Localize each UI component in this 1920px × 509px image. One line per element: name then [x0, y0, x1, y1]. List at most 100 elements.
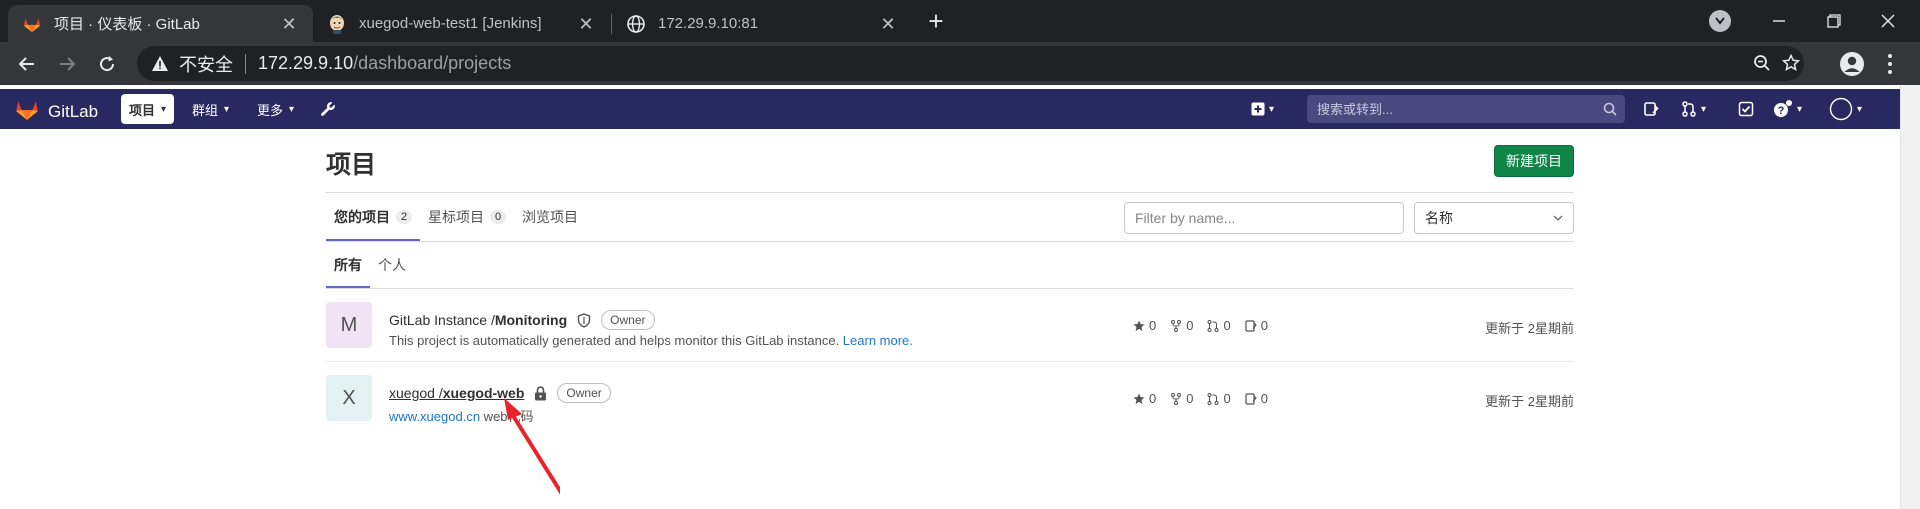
filter-by-name-input[interactable] — [1124, 202, 1404, 234]
annotation-arrow — [504, 398, 560, 495]
warning-icon[interactable] — [151, 55, 169, 73]
admin-area-button[interactable] — [320, 94, 336, 124]
merge-requests-button[interactable]: ▾ — [1681, 94, 1706, 124]
user-menu-button[interactable]: ▾ — [1829, 94, 1862, 124]
merge-requests-count[interactable]: 0 — [1207, 318, 1231, 333]
arrow-right-icon — [60, 57, 76, 71]
menu-more[interactable]: 更多 ▾ — [249, 94, 302, 124]
star-icon — [1782, 54, 1800, 72]
tab-label: 浏览项目 — [522, 209, 578, 225]
new-tab-button[interactable]: + — [922, 8, 950, 36]
gitlab-logo-icon — [14, 97, 40, 126]
back-button[interactable] — [12, 49, 42, 79]
menu-label: 群组 — [192, 102, 219, 118]
plus-square-icon — [1251, 102, 1265, 116]
website-link[interactable]: www.xuegod.cn — [389, 409, 480, 424]
issues-icon — [1644, 102, 1659, 116]
minimize-button[interactable] — [1764, 8, 1794, 34]
chevron-down-icon: ▾ — [224, 103, 230, 115]
bookmark-button[interactable] — [1776, 48, 1806, 78]
address-divider — [245, 53, 246, 74]
issues-count[interactable]: 0 — [1245, 318, 1268, 333]
stat-value: 0 — [1149, 318, 1157, 333]
stat-value: 0 — [1260, 391, 1268, 406]
chevron-down-icon: ▾ — [161, 103, 167, 115]
learn-more-link[interactable]: Learn more. — [843, 333, 913, 348]
menu-groups[interactable]: 群组 ▾ — [184, 94, 237, 124]
browser-tab-gitlab[interactable]: 项目 · 仪表板 · GitLab ✕ — [8, 5, 313, 42]
tab-personal[interactable]: 个人 — [370, 242, 414, 288]
search-icon — [1603, 102, 1617, 121]
stat-value: 0 — [1149, 391, 1157, 406]
forks-count[interactable]: 0 — [1170, 318, 1193, 333]
new-project-button[interactable]: 新建项目 — [1494, 145, 1574, 177]
stat-value: 0 — [1260, 318, 1268, 333]
reload-button[interactable] — [92, 49, 122, 79]
menu-projects[interactable]: 项目 ▾ — [121, 94, 175, 124]
security-label[interactable]: 不安全 — [179, 51, 233, 77]
stars-count[interactable]: 0 — [1133, 391, 1156, 406]
project-namespace[interactable]: GitLab Instance / — [389, 312, 495, 328]
stars-count[interactable]: 0 — [1133, 318, 1156, 333]
arrow-left-icon — [18, 57, 34, 71]
todos-button[interactable] — [1738, 94, 1754, 124]
project-name-link[interactable]: Monitoring — [495, 312, 567, 328]
browser-tab-strip: 项目 · 仪表板 · GitLab ✕ xuegod-web-test1 [Je… — [0, 0, 1920, 42]
page-title: 项目 — [326, 151, 377, 179]
restore-button[interactable] — [1819, 8, 1849, 34]
tab-all[interactable]: 所有 — [326, 242, 370, 288]
close-icon[interactable]: ✕ — [576, 14, 596, 34]
page-scrollbar[interactable] — [1900, 85, 1920, 509]
divider — [326, 241, 1574, 242]
project-avatar[interactable]: M — [326, 302, 372, 348]
global-search[interactable] — [1307, 95, 1625, 123]
browser-tab-jenkins[interactable]: xuegod-web-test1 [Jenkins] ✕ — [313, 5, 610, 42]
stat-value: 0 — [1186, 391, 1194, 406]
help-icon: ? — [1774, 100, 1792, 117]
search-input[interactable] — [1317, 101, 1597, 117]
merge-request-icon — [1207, 392, 1219, 405]
avatar-icon — [1829, 97, 1853, 121]
project-namespace[interactable]: xuegod / — [389, 385, 443, 401]
profile-button[interactable] — [1837, 49, 1867, 79]
window-close-button[interactable] — [1873, 8, 1903, 34]
gitlab-logo-text: GitLab — [48, 101, 99, 121]
browser-tab-ip[interactable]: 172.29.9.10:81 ✕ — [612, 5, 912, 42]
project-title: GitLab Instance / Monitoring Owner — [389, 310, 655, 330]
role-badge: Owner — [557, 383, 611, 403]
chevron-down-icon — [1553, 212, 1563, 224]
chevron-down-icon — [1715, 17, 1725, 25]
menu-label: 更多 — [257, 102, 284, 118]
forward-button[interactable] — [52, 49, 82, 79]
project-avatar[interactable]: X — [326, 375, 372, 421]
sort-dropdown[interactable]: 名称 — [1414, 202, 1574, 234]
zoom-button[interactable] — [1747, 48, 1777, 78]
url-host: 172.29.9.10 — [258, 53, 354, 73]
tab-search-button[interactable] — [1709, 10, 1731, 32]
issues-button[interactable] — [1643, 94, 1659, 124]
merge-requests-count[interactable]: 0 — [1207, 391, 1231, 406]
gitlab-top-nav: GitLab 项目 ▾ 群组 ▾ 更多 ▾ ▾ ▾ ? ▾ ▾ — [0, 89, 1900, 129]
updated-time: 更新于 2星期前 — [1485, 394, 1574, 409]
issues-count[interactable]: 0 — [1245, 391, 1268, 406]
tab-your-projects[interactable]: 您的项目 2 — [326, 193, 420, 241]
stat-value: 0 — [1186, 318, 1194, 333]
forks-count[interactable]: 0 — [1170, 391, 1193, 406]
browser-menu-button[interactable] — [1880, 49, 1900, 79]
new-dropdown-button[interactable]: ▾ — [1251, 94, 1274, 124]
ownership-tabs: 所有 个人 — [326, 242, 414, 288]
help-button[interactable]: ? ▾ — [1773, 94, 1802, 124]
star-icon — [1133, 320, 1145, 331]
tab-starred-projects[interactable]: 星标项目 0 — [420, 193, 514, 241]
project-stats: 0 0 0 0 — [1133, 318, 1282, 333]
account-icon — [1840, 52, 1864, 76]
issues-icon — [1245, 392, 1257, 405]
shield-icon — [577, 312, 591, 328]
gitlab-home-link[interactable]: GitLab — [14, 97, 98, 126]
address-bar[interactable]: 不安全 172.29.9.10 /dashboard/projects — [137, 46, 1804, 81]
tab-explore-projects[interactable]: 浏览项目 — [514, 193, 586, 241]
todo-icon — [1738, 101, 1754, 117]
close-icon[interactable]: ✕ — [279, 14, 299, 34]
chevron-down-icon: ▾ — [1701, 103, 1707, 115]
close-icon[interactable]: ✕ — [878, 14, 898, 34]
